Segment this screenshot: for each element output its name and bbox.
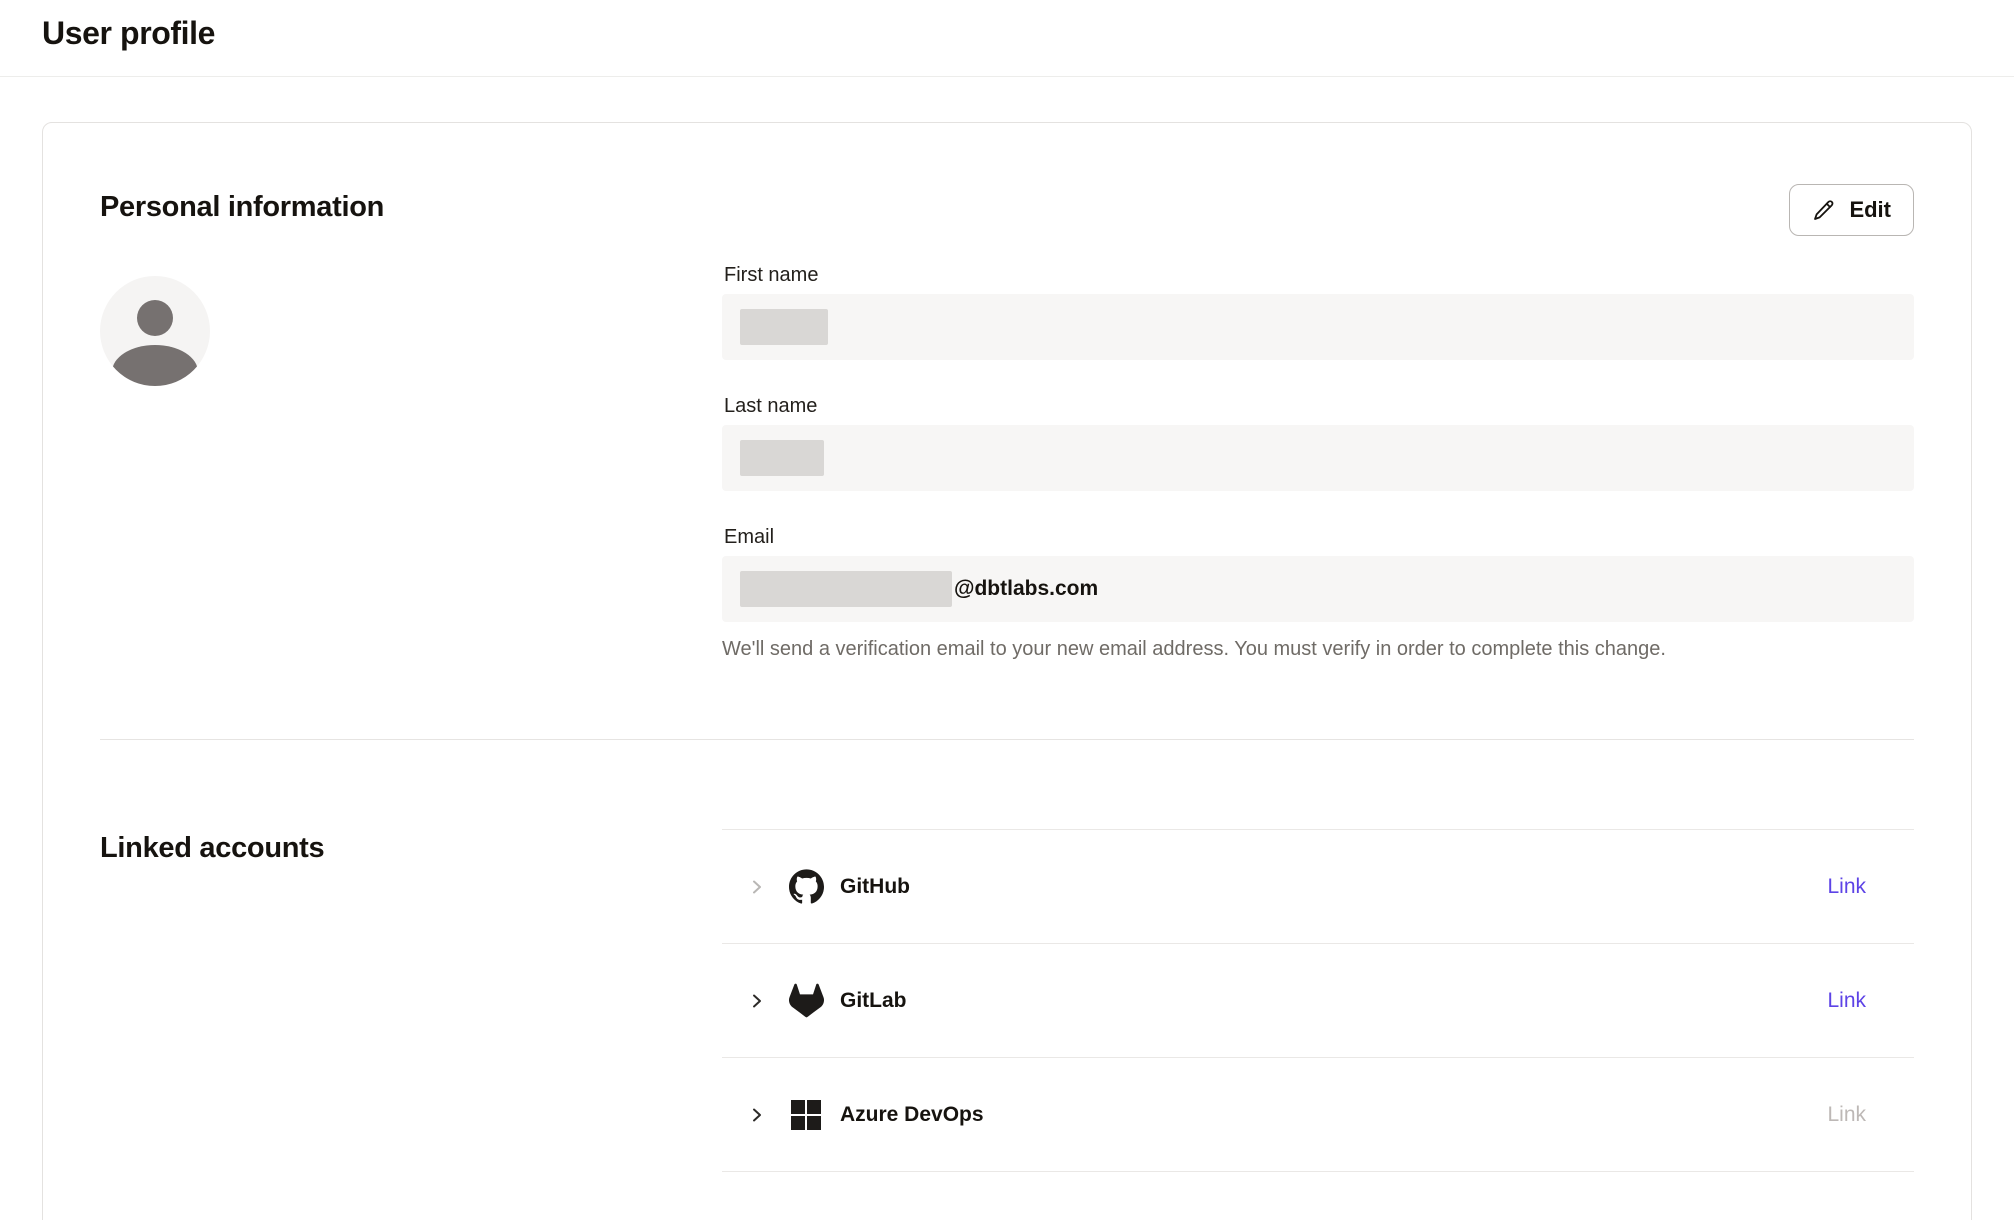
personal-information-section: Personal information First name Last nam… (43, 123, 1971, 739)
last-name-label: Last name (724, 393, 1914, 419)
personal-fields-column: First name Last name Email @dbtlabs.com … (722, 123, 1914, 739)
linked-accounts-section: Linked accounts GitHub Link (43, 740, 1971, 1172)
email-helper-text: We'll send a verification email to your … (722, 636, 1914, 662)
edit-button[interactable]: Edit (1789, 184, 1914, 236)
last-name-field (722, 425, 1914, 491)
first-name-redacted-value (740, 309, 828, 345)
linked-account-row-github[interactable]: GitHub Link (722, 830, 1914, 944)
gitlab-link-action[interactable]: Link (1827, 989, 1866, 1013)
email-field: @dbtlabs.com (722, 556, 1914, 622)
gitlab-icon (788, 983, 824, 1019)
azure-devops-icon (788, 1097, 824, 1133)
email-redacted-value (740, 571, 952, 607)
chevron-right-icon[interactable] (748, 878, 766, 896)
personal-information-heading: Personal information (100, 189, 722, 225)
linked-account-row-gitlab[interactable]: GitLab Link (722, 944, 1914, 1058)
page-title: User profile (42, 15, 215, 52)
github-link-action[interactable]: Link (1827, 875, 1866, 899)
chevron-right-icon[interactable] (748, 1106, 766, 1124)
linked-account-row-azure-devops[interactable]: Azure DevOps Link (722, 1058, 1914, 1172)
profile-card: Personal information First name Last nam… (42, 122, 1972, 1220)
first-name-label: First name (724, 262, 1914, 288)
edit-button-label: Edit (1849, 197, 1891, 223)
pencil-icon (1812, 198, 1836, 222)
personal-left-column: Personal information (100, 123, 722, 739)
chevron-right-icon[interactable] (748, 992, 766, 1010)
account-name: GitHub (840, 875, 910, 899)
linked-accounts-heading: Linked accounts (100, 830, 722, 866)
account-name: GitLab (840, 989, 907, 1013)
first-name-field (722, 294, 1914, 360)
email-domain-text: @dbtlabs.com (954, 577, 1098, 601)
linked-accounts-list: GitHub Link GitLab Link (722, 829, 1914, 1172)
account-name: Azure DevOps (840, 1103, 984, 1127)
top-bar: User profile (0, 0, 2014, 77)
email-label: Email (724, 524, 1914, 550)
github-icon (788, 869, 824, 905)
linked-left-column: Linked accounts (100, 740, 722, 1172)
avatar (100, 276, 210, 386)
last-name-redacted-value (740, 440, 824, 476)
azure-devops-link-action: Link (1827, 1103, 1866, 1127)
